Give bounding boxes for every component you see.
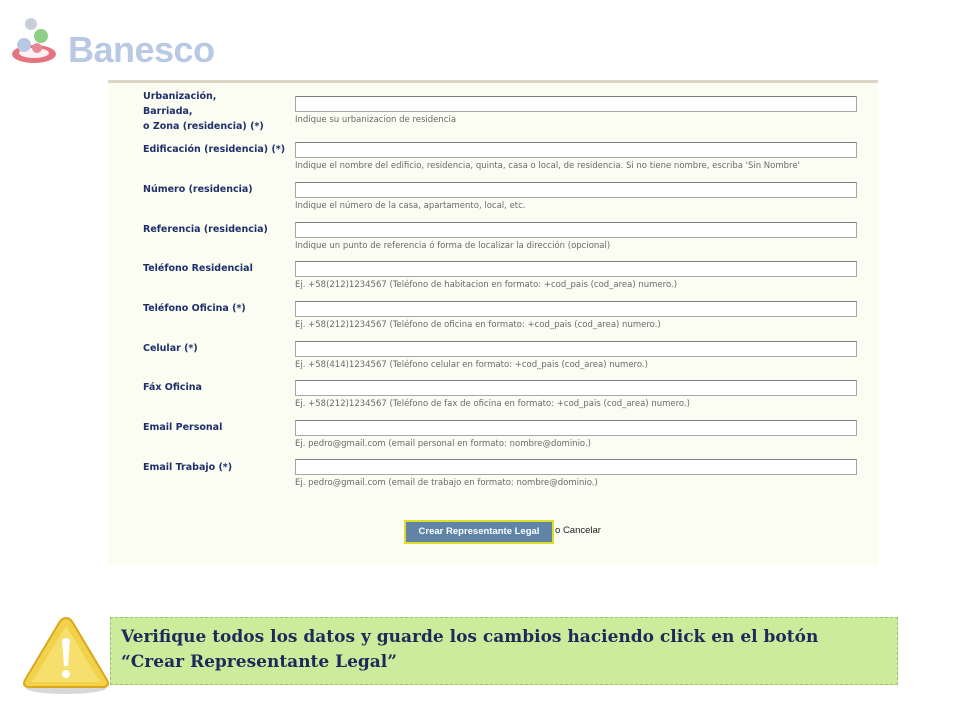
hint-celular: Ej. +58(414)1234567 (Teléfono celular en… [295,360,648,370]
fax-oficina-input[interactable] [295,380,857,396]
instruction-message: Verifique todos los datos y guarde los c… [110,617,898,685]
hint-numero: Indique el número de la casa, apartament… [295,201,526,211]
hint-telefono-residencial: Ej. +58(212)1234567 (Teléfono de habitac… [295,280,678,290]
urbanizacion-input[interactable] [295,96,857,112]
referencia-input[interactable] [295,222,857,238]
hint-email-personal: Ej. pedro@gmail.com (email personal en f… [295,439,591,449]
brand-name: Banesco [68,29,215,70]
hint-fax-oficina: Ej. +58(212)1234567 (Teléfono de fax de … [295,399,690,409]
crear-representante-legal-button[interactable]: Crear Representante Legal [404,520,554,544]
label-email-personal: Email Personal [143,422,223,433]
label-fax-oficina: Fáx Oficina [143,382,202,393]
hint-edificacion: Indique el nombre del edificio, residenc… [295,161,800,171]
cancel-area: o Cancelar [555,525,601,536]
legal-representative-form: Urbanización, Barriada, o Zona (residenc… [108,80,878,565]
label-telefono-residencial: Teléfono Residencial [143,263,253,274]
hint-urbanizacion: Indique su urbanizacion de residencia [295,115,457,125]
warning-icon [23,616,109,694]
label-telefono-oficina: Teléfono Oficina (*) [143,303,246,314]
email-trabajo-input[interactable] [295,459,857,475]
email-personal-input[interactable] [295,420,857,436]
label-edificacion: Edificación (residencia) (*) [143,144,286,155]
numero-input[interactable] [295,182,857,198]
label-urbanizacion: Urbanización, Barriada, o Zona (residenc… [143,91,264,132]
label-referencia: Referencia (residencia) [143,224,268,235]
hint-email-trabajo: Ej. pedro@gmail.com (email de trabajo en… [295,478,598,488]
banesco-logo: Banesco [10,14,250,70]
label-email-trabajo: Email Trabajo (*) [143,462,233,473]
label-numero: Número (residencia) [143,184,253,195]
celular-input[interactable] [295,341,857,357]
banesco-logo-icon [12,18,56,63]
telefono-residencial-input[interactable] [295,261,857,277]
edificacion-input[interactable] [295,142,857,158]
label-celular: Celular (*) [143,343,198,354]
telefono-oficina-input[interactable] [295,301,857,317]
cancel-link[interactable]: Cancelar [563,525,601,536]
hint-referencia: Indique un punto de referencia ó forma d… [295,241,611,251]
or-text: o [555,525,561,536]
hint-telefono-oficina: Ej. +58(212)1234567 (Teléfono de oficina… [295,320,661,330]
